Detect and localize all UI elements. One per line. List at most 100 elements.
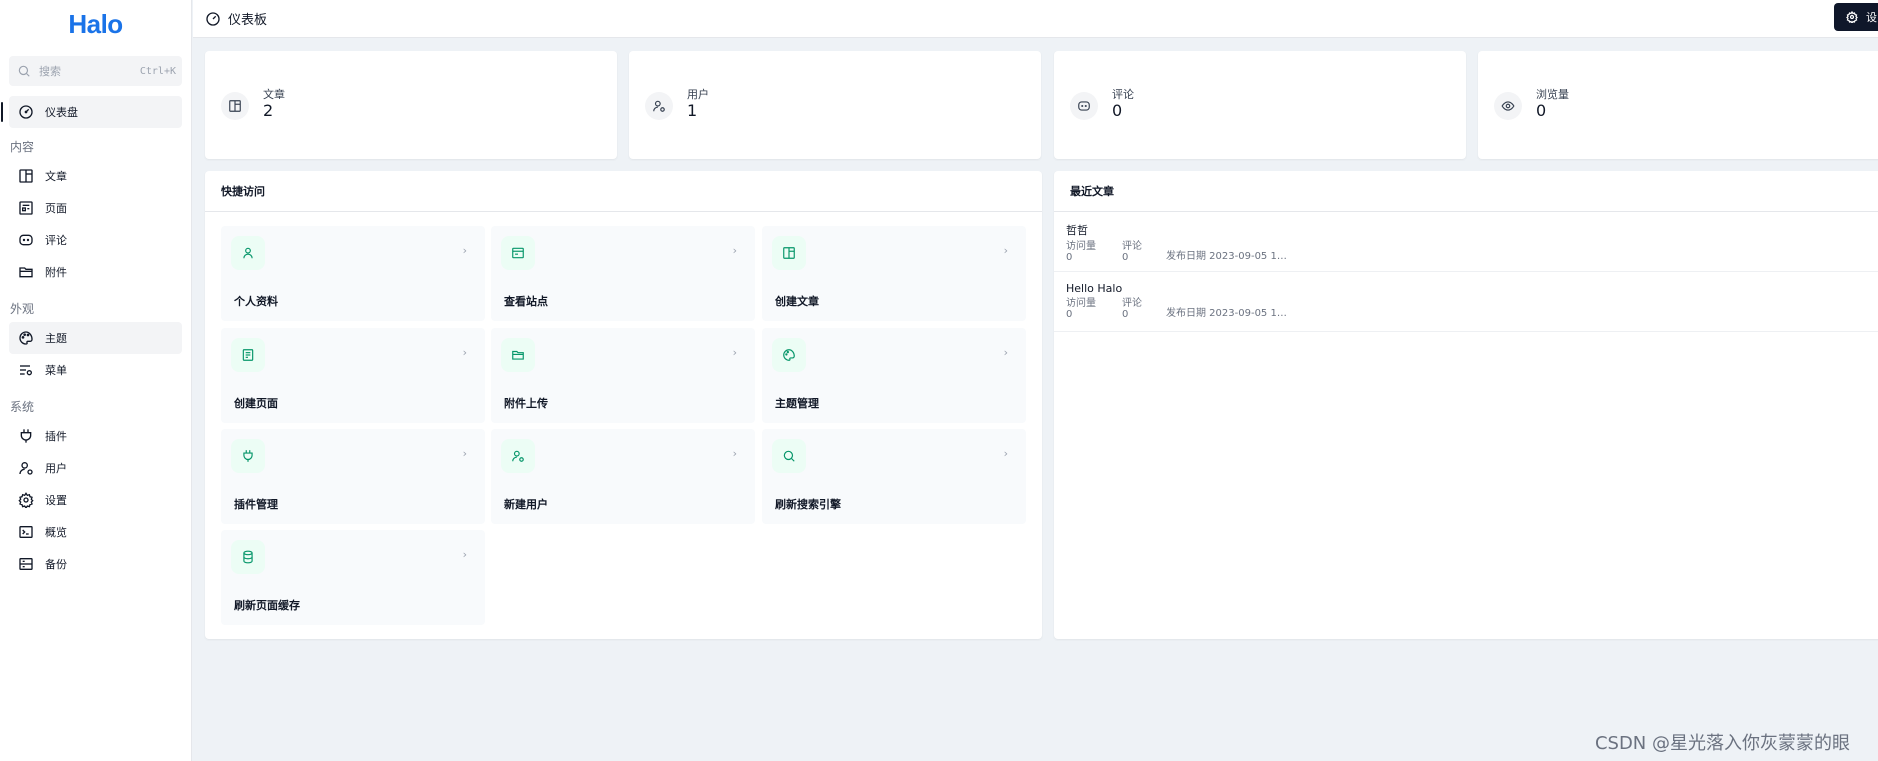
article-icon	[17, 167, 35, 185]
plug-icon	[17, 427, 35, 445]
dashboard-icon	[205, 11, 221, 27]
sidebar-item-posts[interactable]: 文章	[9, 160, 182, 192]
stat-value: 1	[687, 101, 698, 120]
sidebar-item-dashboard[interactable]: 仪表盘	[1, 96, 182, 128]
qa-refresh-search-engine[interactable]: › 刷新搜索引擎	[762, 429, 1026, 524]
article-icon	[221, 92, 249, 120]
chevron-right-icon: ›	[732, 447, 737, 460]
user-icon	[231, 236, 265, 270]
search-shortcut: Ctrl+K	[139, 65, 176, 77]
qa-label: 刷新搜索引擎	[775, 498, 841, 511]
post-comments-label: 评论	[1122, 298, 1142, 309]
stat-label: 文章	[263, 88, 285, 101]
chevron-right-icon: ›	[1003, 244, 1008, 257]
page-icon	[231, 338, 265, 372]
stat-card-users[interactable]: 用户 1	[629, 51, 1041, 159]
sidebar-item-label: 概览	[45, 526, 67, 539]
qa-label: 附件上传	[504, 397, 548, 410]
gear-icon	[17, 491, 35, 509]
sidebar-item-users[interactable]: 用户	[9, 452, 182, 484]
sidebar-item-attachments[interactable]: 附件	[9, 256, 182, 288]
qa-upload-attachment[interactable]: › 附件上传	[491, 328, 755, 423]
stat-value: 2	[263, 101, 274, 120]
post-views: 访问量 0	[1066, 241, 1096, 263]
recent-posts-panel: 最近文章 哲哲 访问量 0 评论 0 发布日期 2023-09-05 1… He…	[1054, 171, 1878, 639]
sidebar-item-label: 页面	[45, 202, 67, 215]
sidebar-item-label: 插件	[45, 430, 67, 443]
search-icon	[17, 64, 31, 78]
server-icon	[17, 555, 35, 573]
sidebar-item-label: 菜单	[45, 364, 67, 377]
qa-label: 插件管理	[234, 498, 278, 511]
post-comments-value: 0	[1122, 309, 1129, 320]
post-comments: 评论 0	[1122, 241, 1142, 263]
search-input[interactable]: 搜索 Ctrl+K	[9, 56, 182, 86]
stat-label: 评论	[1112, 88, 1134, 101]
qa-create-post[interactable]: › 创建文章	[762, 226, 1026, 321]
stat-card-views[interactable]: 浏览量 0	[1478, 51, 1878, 159]
page-header: 仪表板 设	[193, 0, 1878, 38]
qa-new-user[interactable]: › 新建用户	[491, 429, 755, 524]
folder-icon	[501, 338, 535, 372]
chevron-right-icon: ›	[732, 346, 737, 359]
sidebar-item-themes[interactable]: 主题	[9, 322, 182, 354]
qa-profile[interactable]: › 个人资料	[221, 226, 485, 321]
post-meta: 访问量 0 评论 0 发布日期 2023-09-05 1…	[1066, 298, 1878, 322]
chevron-right-icon: ›	[1003, 447, 1008, 460]
sidebar-item-label: 备份	[45, 558, 67, 571]
comment-icon	[17, 231, 35, 249]
sidebar-item-pages[interactable]: 页面	[9, 192, 182, 224]
browser-icon	[501, 236, 535, 270]
sidebar-item-comments[interactable]: 评论	[9, 224, 182, 256]
chevron-right-icon: ›	[732, 244, 737, 257]
post-views-value: 0	[1066, 309, 1073, 320]
stat-value: 0	[1112, 101, 1123, 120]
sidebar-item-label: 主题	[45, 332, 67, 345]
qa-label: 创建文章	[775, 295, 819, 308]
sidebar-item-settings[interactable]: 设置	[9, 484, 182, 516]
post-row[interactable]: Hello Halo 访问量 0 评论 0 发布日期 2023-09-05 1…	[1054, 272, 1878, 332]
post-title[interactable]: Hello Halo	[1066, 282, 1878, 295]
qa-label: 刷新页面缓存	[234, 599, 300, 612]
settings-button[interactable]: 设	[1834, 3, 1878, 31]
panel-title: 最近文章	[1054, 171, 1878, 212]
eye-icon	[1494, 92, 1522, 120]
gear-icon	[1846, 11, 1858, 23]
user-icon	[17, 459, 35, 477]
settings-button-label: 设	[1866, 11, 1877, 24]
page-icon	[17, 199, 35, 217]
qa-label: 主题管理	[775, 397, 819, 410]
user-icon	[645, 92, 673, 120]
stat-card-comments[interactable]: 评论 0	[1054, 51, 1466, 159]
logo[interactable]: Halo	[0, 0, 191, 48]
post-title[interactable]: 哲哲	[1066, 222, 1878, 238]
stat-label: 浏览量	[1536, 88, 1569, 101]
post-date: 发布日期 2023-09-05 1…	[1166, 308, 1287, 319]
sidebar-item-plugins[interactable]: 插件	[9, 420, 182, 452]
chevron-right-icon: ›	[462, 244, 467, 257]
post-row[interactable]: 哲哲 访问量 0 评论 0 发布日期 2023-09-05 1…	[1054, 212, 1878, 272]
sidebar-item-overview[interactable]: 概览	[9, 516, 182, 548]
nav-group-system: 系统	[10, 399, 35, 414]
qa-theme-management[interactable]: › 主题管理	[762, 328, 1026, 423]
user-add-icon	[501, 439, 535, 473]
panel-title: 快捷访问	[205, 171, 1042, 212]
palette-icon	[17, 329, 35, 347]
sidebar-item-backup[interactable]: 备份	[9, 548, 182, 580]
post-views-value: 0	[1066, 252, 1073, 263]
sidebar-item-label: 仪表盘	[45, 106, 78, 119]
qa-view-site[interactable]: › 查看站点	[491, 226, 755, 321]
sidebar-item-menus[interactable]: 菜单	[9, 354, 182, 386]
palette-icon	[772, 338, 806, 372]
qa-create-page[interactable]: › 创建页面	[221, 328, 485, 423]
qa-plugin-management[interactable]: › 插件管理	[221, 429, 485, 524]
qa-label: 创建页面	[234, 397, 278, 410]
stat-card-posts[interactable]: 文章 2	[205, 51, 617, 159]
watermark: CSDN @星光落入你灰蒙蒙的眼	[1594, 733, 1850, 754]
qa-label: 个人资料	[234, 295, 278, 308]
search-placeholder: 搜索	[39, 65, 61, 78]
plug-icon	[231, 439, 265, 473]
post-comments: 评论 0	[1122, 298, 1142, 320]
qa-refresh-page-cache[interactable]: › 刷新页面缓存	[221, 530, 485, 625]
terminal-icon	[17, 523, 35, 541]
